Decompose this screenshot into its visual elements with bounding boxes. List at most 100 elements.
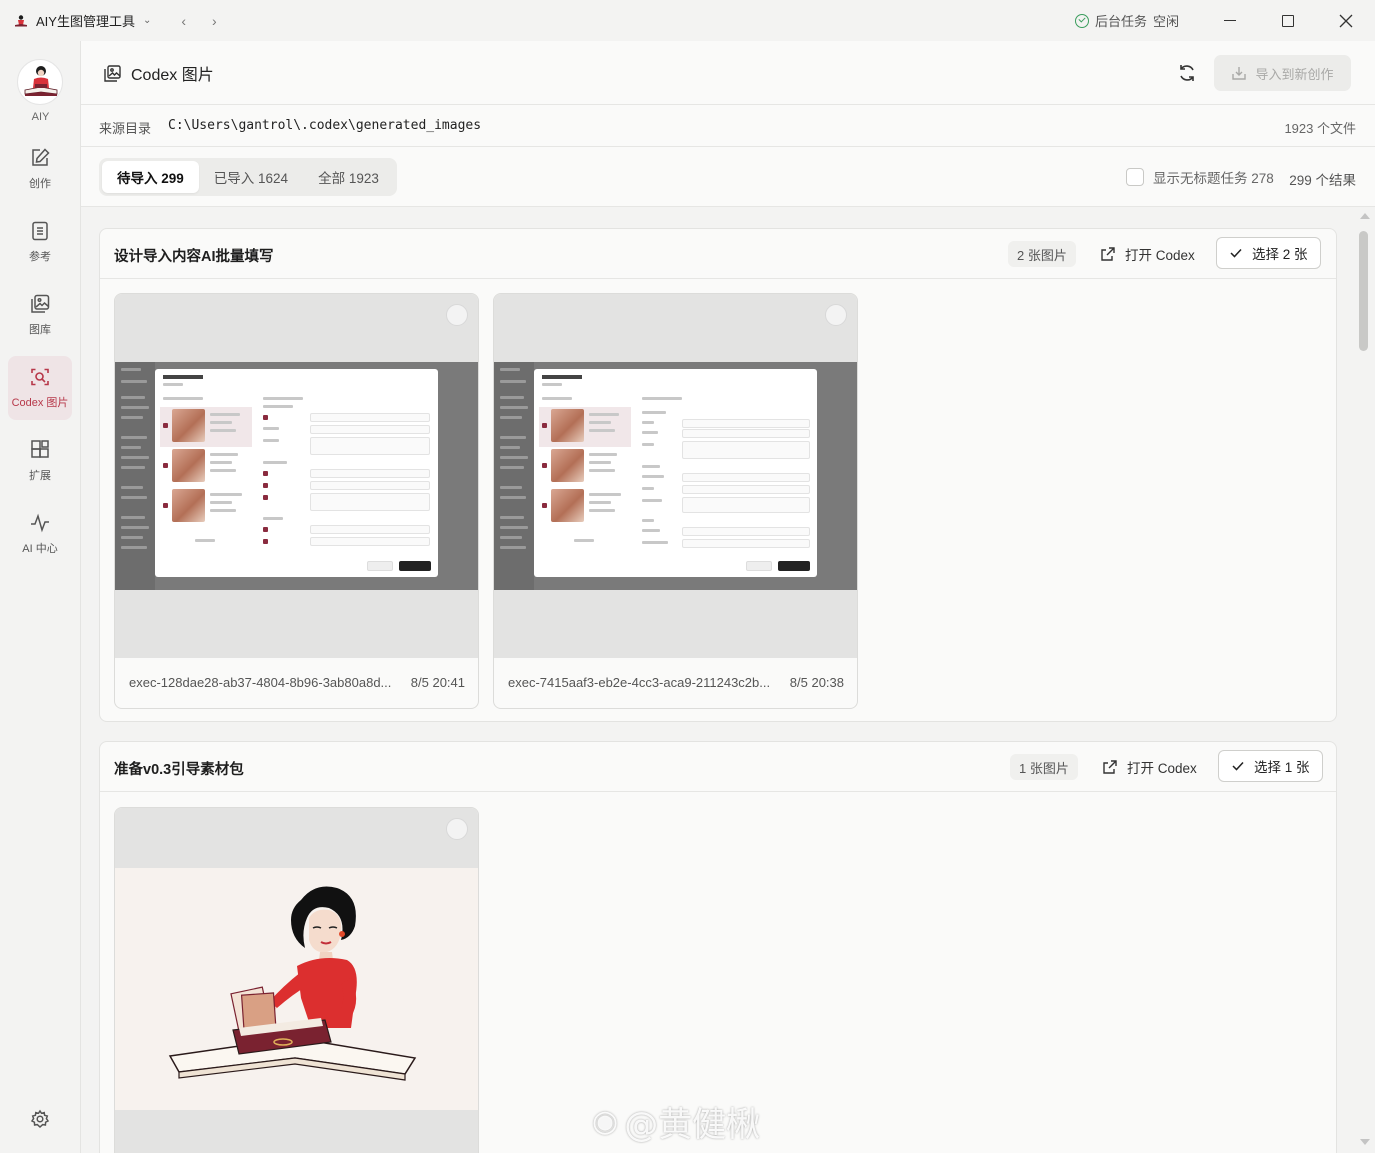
- import-icon: [1232, 67, 1247, 80]
- file-count: 1923 个文件: [1284, 121, 1356, 136]
- close-icon: [1339, 14, 1353, 27]
- task-list[interactable]: 设计导入内容AI批量填写 2 张图片 打开 Codex 选择 2 张 exec-…: [81, 207, 1375, 1153]
- show-untitled-toggle[interactable]: 显示无标题任务 278: [1126, 167, 1274, 187]
- tab-imported[interactable]: 已导入 1624: [199, 161, 303, 193]
- bg-task-status: 空闲: [1152, 14, 1179, 29]
- sidebar-item-ai-center[interactable]: AI 中心: [8, 502, 72, 566]
- scroll-thumb[interactable]: [1359, 231, 1368, 351]
- image-timestamp: 8/5 20:38: [789, 675, 844, 690]
- image-card[interactable]: [114, 807, 479, 1153]
- select-image-toggle[interactable]: [825, 304, 847, 326]
- image-thumbnail[interactable]: [494, 294, 857, 658]
- document-icon: [32, 221, 48, 241]
- title-bar: AIY生图管理工具 ⌄ ‹ › 后台任务 空闲: [0, 0, 1375, 41]
- weibo-logo-icon: ◉: [592, 1104, 619, 1139]
- untitled-toggle-label: 显示无标题任务 278: [1153, 171, 1274, 186]
- sidebar-item-label: 参考: [29, 251, 51, 263]
- gallery-icon: [31, 294, 50, 313]
- back-button[interactable]: ‹: [181, 13, 186, 29]
- task-group-title: 设计导入内容AI批量填写: [114, 249, 274, 265]
- screenshot-preview: [494, 362, 857, 590]
- select-image-toggle[interactable]: [446, 304, 468, 326]
- open-codex-label: 打开 Codex: [1127, 761, 1197, 776]
- image-thumbnail[interactable]: [115, 294, 478, 658]
- minimize-button[interactable]: [1201, 0, 1259, 41]
- image-card-footer: exec-128dae28-ab37-4804-8b96-3ab80a8d...…: [115, 658, 478, 708]
- app-logo-icon: [15, 14, 27, 26]
- sidebar-item-extensions[interactable]: 扩展: [8, 429, 72, 493]
- image-filename: exec-7415aaf3-eb2e-4cc3-aca9-211243c2b..…: [508, 675, 771, 690]
- open-codex-button[interactable]: 打开 Codex: [1100, 241, 1195, 267]
- background-task-status[interactable]: 后台任务 空闲: [1074, 11, 1179, 30]
- task-group-header: 设计导入内容AI批量填写 2 张图片 打开 Codex 选择 2 张: [100, 229, 1336, 279]
- tab-all[interactable]: 全部 1923: [303, 161, 394, 193]
- select-all-button[interactable]: 选择 1 张: [1218, 750, 1323, 782]
- image-card[interactable]: exec-128dae28-ab37-4804-8b96-3ab80a8d...…: [114, 293, 479, 709]
- check-icon: [1232, 761, 1244, 771]
- check-circle-icon: [1074, 13, 1089, 28]
- brand-avatar-icon: [24, 66, 58, 96]
- sidebar-item-reference[interactable]: 参考: [8, 210, 72, 274]
- maximize-button[interactable]: [1259, 0, 1317, 41]
- image-filename: exec-128dae28-ab37-4804-8b96-3ab80a8d...: [129, 675, 392, 690]
- external-link-icon: [1101, 247, 1115, 261]
- image-card[interactable]: exec-7415aaf3-eb2e-4cc3-aca9-211243c2b..…: [493, 293, 858, 709]
- image-card-footer: exec-7415aaf3-eb2e-4cc3-aca9-211243c2b..…: [494, 658, 857, 708]
- maximize-icon: [1282, 14, 1294, 27]
- image-timestamp: 8/5 20:41: [410, 675, 465, 690]
- edit-icon: [32, 148, 50, 166]
- app-menu[interactable]: AIY生图管理工具 ⌄: [14, 11, 151, 30]
- source-directory-row: 来源目录 C:\Users\gantrol\.codex\generated_i…: [81, 105, 1375, 147]
- source-label: 来源目录: [99, 121, 152, 136]
- tab-pending[interactable]: 待导入 299: [102, 161, 199, 193]
- image-thumbnail[interactable]: [115, 808, 478, 1153]
- check-icon: [1230, 248, 1242, 258]
- sidebar-item-gallery[interactable]: 图库: [8, 283, 72, 347]
- app-title: AIY生图管理工具: [36, 14, 135, 29]
- scroll-up-arrow[interactable]: [1360, 213, 1370, 219]
- select-button-label: 选择 1 张: [1254, 760, 1310, 775]
- select-image-toggle[interactable]: [446, 818, 468, 840]
- codex-scan-icon: [31, 368, 49, 386]
- brand-logo[interactable]: [17, 59, 63, 105]
- chevron-down-icon: ⌄: [142, 15, 152, 26]
- sidebar-item-label: 扩展: [29, 470, 51, 482]
- watermark: ◉ @黄健楸: [592, 1097, 760, 1146]
- extensions-icon: [31, 440, 49, 458]
- sidebar-item-codex-images[interactable]: Codex 图片: [8, 356, 72, 420]
- sidebar-item-create[interactable]: 创作: [8, 137, 72, 201]
- task-group: 准备v0.3引导素材包 1 张图片 打开 Codex 选择 1 张: [99, 741, 1337, 1153]
- image-count-badge: 2 张图片: [1008, 241, 1076, 267]
- task-group-header: 准备v0.3引导素材包 1 张图片 打开 Codex 选择 1 张: [100, 742, 1336, 792]
- select-button-label: 选择 2 张: [1252, 247, 1308, 262]
- forward-button[interactable]: ›: [212, 13, 217, 29]
- source-path: C:\Users\gantrol\.codex\generated_images: [168, 118, 482, 133]
- screenshot-preview: [115, 362, 478, 590]
- scrollbar[interactable]: [1356, 207, 1372, 1153]
- status-tabs: 待导入 299 已导入 1624 全部 1923: [99, 158, 397, 196]
- sidebar-item-label: AI 中心: [22, 543, 58, 555]
- image-count-badge: 1 张图片: [1010, 754, 1078, 780]
- select-all-button[interactable]: 选择 2 张: [1216, 237, 1321, 269]
- page-title: Codex 图片: [131, 67, 214, 84]
- sidebar-item-label: 创作: [29, 178, 51, 190]
- gear-icon[interactable]: [30, 1109, 50, 1129]
- task-group-title: 准备v0.3引导素材包: [114, 762, 244, 778]
- import-to-new-creation-button[interactable]: 导入到新创作: [1214, 55, 1351, 91]
- sidebar-item-label: 图库: [29, 324, 51, 336]
- minimize-icon: [1224, 20, 1236, 21]
- open-codex-button[interactable]: 打开 Codex: [1102, 754, 1197, 780]
- untitled-checkbox[interactable]: [1126, 168, 1144, 186]
- sidebar: AIY 创作 参考 图库 Codex 图片 扩展 AI 中心: [0, 41, 81, 1153]
- close-button[interactable]: [1317, 0, 1375, 41]
- task-group: 设计导入内容AI批量填写 2 张图片 打开 Codex 选择 2 张 exec-…: [99, 228, 1337, 722]
- sidebar-item-label: Codex 图片: [11, 397, 69, 409]
- result-count: 299 个结果: [1289, 173, 1356, 188]
- bg-task-label: 后台任务: [1094, 14, 1147, 29]
- scroll-down-arrow[interactable]: [1360, 1139, 1370, 1145]
- refresh-icon[interactable]: [1176, 62, 1198, 84]
- brand-label: AIY: [31, 111, 50, 123]
- external-link-icon: [1103, 760, 1117, 774]
- illustration-preview: [115, 868, 478, 1110]
- pulse-icon: [31, 513, 49, 533]
